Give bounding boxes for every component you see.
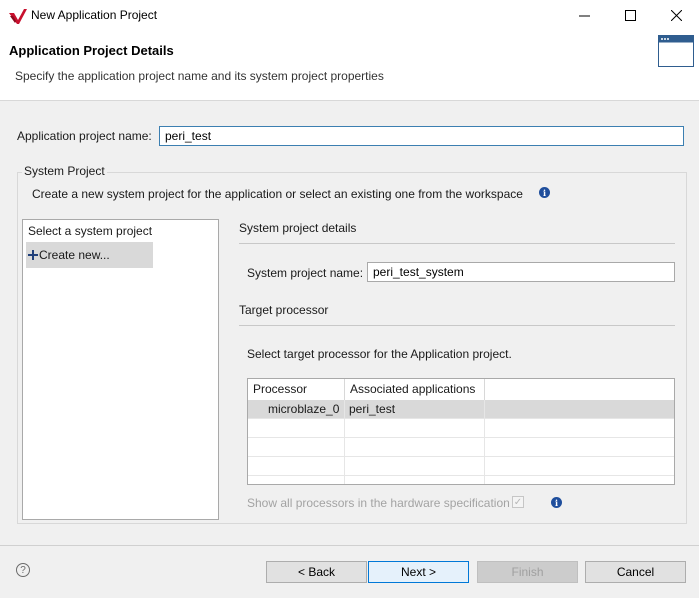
maximize-icon <box>624 9 636 21</box>
back-button[interactable]: < Back <box>266 561 367 583</box>
system-project-intro: Create a new system project for the appl… <box>32 187 523 201</box>
finish-button[interactable]: Finish <box>477 561 578 583</box>
details-separator <box>239 243 675 244</box>
processor-table[interactable]: Processor Associated applications microb… <box>247 378 675 485</box>
next-button[interactable]: Next > <box>368 561 469 583</box>
app-name-input[interactable]: peri_test <box>159 126 684 146</box>
page-description: Specify the application project name and… <box>15 69 384 83</box>
column-header-processor[interactable]: Processor <box>248 379 345 400</box>
system-project-group-title: System Project <box>22 164 107 178</box>
footer-separator <box>0 545 699 546</box>
maximize-button[interactable] <box>607 0 653 30</box>
minimize-icon <box>578 15 590 16</box>
empty-table-row <box>248 438 674 457</box>
column-header-associated-applications[interactable]: Associated applications <box>345 379 485 400</box>
show-all-processors-checkbox[interactable]: ✓ <box>512 496 524 508</box>
cancel-button[interactable]: Cancel <box>585 561 686 583</box>
info-icon[interactable]: i <box>551 497 562 508</box>
info-icon[interactable]: i <box>539 187 550 198</box>
processor-cell: microblaze_0 <box>248 400 345 419</box>
system-project-details-title: System project details <box>239 221 357 235</box>
empty-table-row <box>248 419 674 438</box>
system-project-list-title: Select a system project <box>28 224 153 238</box>
target-separator <box>239 325 675 326</box>
wizard-window-icon <box>658 35 694 67</box>
associated-apps-cell: peri_test <box>345 400 485 419</box>
table-row[interactable]: microblaze_0 peri_test <box>248 400 674 419</box>
create-new-item[interactable]: Create new... <box>26 242 153 268</box>
minimize-button[interactable] <box>561 0 607 30</box>
wizard-header <box>0 30 699 101</box>
window-title: New Application Project <box>31 8 158 22</box>
help-icon[interactable]: ? <box>16 563 30 577</box>
system-project-name-label: System project name: <box>247 266 364 280</box>
empty-table-row <box>248 476 674 484</box>
plus-icon <box>28 250 38 260</box>
system-project-name-input[interactable]: peri_test_system <box>367 262 675 282</box>
target-processor-description: Select target processor for the Applicat… <box>247 347 512 361</box>
target-processor-title: Target processor <box>239 303 329 317</box>
close-button[interactable] <box>653 0 699 30</box>
page-title: Application Project Details <box>9 43 174 58</box>
show-all-processors-label: Show all processors in the hardware spec… <box>247 496 510 510</box>
app-name-label: Application project name: <box>17 129 152 143</box>
vitis-logo-icon <box>9 9 27 24</box>
close-icon <box>670 9 682 21</box>
create-new-label: Create new... <box>39 248 110 262</box>
empty-table-row <box>248 457 674 476</box>
